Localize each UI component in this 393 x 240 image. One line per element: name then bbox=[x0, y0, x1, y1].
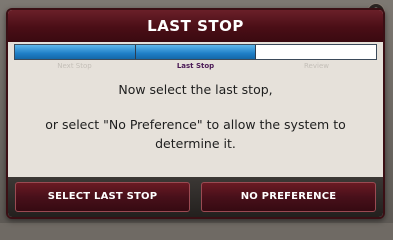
dialog-button-row: SELECT LAST STOP NO PREFERENCE bbox=[8, 177, 383, 217]
dialog-title: LAST STOP bbox=[8, 10, 383, 42]
step-progress-bar bbox=[14, 44, 377, 60]
no-preference-hint-text: or select "No Preference" to allow the s… bbox=[45, 117, 346, 151]
step-label-last-stop: Last Stop bbox=[176, 62, 215, 70]
step-label-next-stop: Next Stop bbox=[57, 62, 92, 70]
select-last-stop-button[interactable]: SELECT LAST STOP bbox=[15, 182, 190, 212]
step-labels: Next Stop Last Stop Review bbox=[14, 60, 377, 72]
progress-segment-last-stop bbox=[135, 45, 257, 59]
progress-segment-next-stop bbox=[15, 45, 136, 59]
no-preference-button[interactable]: NO PREFERENCE bbox=[201, 182, 376, 212]
instruction-text: Now select the last stop, bbox=[118, 82, 273, 97]
last-stop-dialog: LAST STOP Next Stop Last Stop Review Now… bbox=[6, 8, 385, 219]
progress-segment-review bbox=[256, 45, 377, 59]
step-label-review: Review bbox=[304, 62, 329, 70]
screen-background: ● LAST STOP Next Stop Last Stop Review N… bbox=[0, 0, 393, 223]
